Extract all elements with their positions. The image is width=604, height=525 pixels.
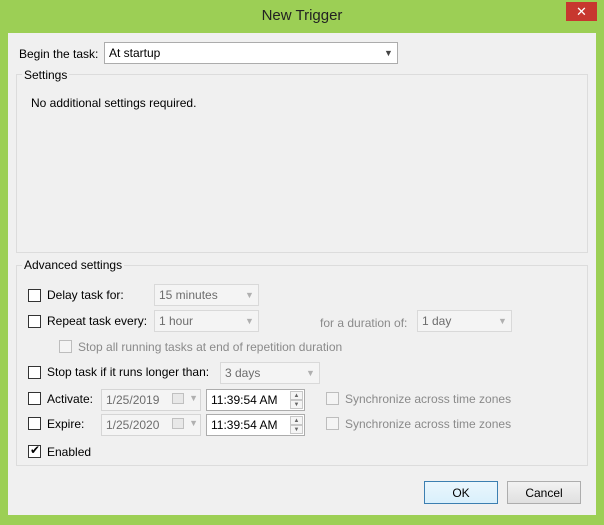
repeat-task-dropdown[interactable]: 1 hour ▼ (154, 310, 259, 332)
chevron-down-icon: ▼ (306, 368, 315, 378)
expire-label: Expire: (47, 417, 85, 431)
chevron-down-icon: ▼ (189, 393, 198, 403)
begin-task-dropdown[interactable]: At startup ▼ (104, 42, 398, 64)
close-icon: ✕ (576, 3, 587, 19)
activate-sync-checkbox[interactable] (326, 392, 339, 405)
activate-date-picker[interactable]: 1/25/2019 ▼ (101, 389, 201, 411)
duration-label: for a duration of: (320, 316, 408, 330)
spin-down-icon[interactable]: ▼ (290, 400, 303, 409)
cancel-button[interactable]: Cancel (507, 481, 581, 504)
checkmark-icon: ✔ (30, 443, 41, 457)
expire-sync-label: Synchronize across time zones (345, 417, 512, 431)
expire-sync-checkbox[interactable] (326, 417, 339, 430)
expire-time-field[interactable]: 11:39:54 AM ▲ ▼ (206, 414, 305, 436)
activate-time-field[interactable]: 11:39:54 AM ▲ ▼ (206, 389, 305, 411)
spin-up-icon[interactable]: ▲ (290, 416, 303, 425)
spin-down-icon[interactable]: ▼ (290, 425, 303, 434)
expire-date-value: 1/25/2020 (106, 418, 160, 432)
duration-dropdown[interactable]: 1 day ▼ (417, 310, 512, 332)
ok-button[interactable]: OK (424, 481, 498, 504)
stop-running-tasks-label: Stop all running tasks at end of repetit… (78, 340, 343, 354)
expire-date-picker[interactable]: 1/25/2020 ▼ (101, 414, 201, 436)
repeat-task-checkbox[interactable] (28, 315, 41, 328)
title-bar[interactable]: New Trigger ✕ (0, 0, 604, 33)
repeat-task-label: Repeat task every: (47, 314, 148, 328)
chevron-down-icon: ▼ (245, 316, 254, 326)
dialog-body: Begin the task: At startup ▼ Settings No… (8, 33, 596, 515)
delay-task-label: Delay task for: (47, 288, 124, 302)
activate-sync-label: Synchronize across time zones (345, 392, 512, 406)
stop-task-longer-value: 3 days (225, 366, 261, 380)
activate-date-value: 1/25/2019 (106, 393, 160, 407)
chevron-down-icon: ▼ (498, 316, 507, 326)
spin-up-icon[interactable]: ▲ (290, 391, 303, 400)
stop-task-longer-label: Stop task if it runs longer than: (47, 365, 210, 379)
delay-task-checkbox[interactable] (28, 289, 41, 302)
calendar-icon (172, 393, 184, 404)
chevron-down-icon: ▼ (189, 418, 198, 428)
expire-checkbox[interactable] (28, 417, 41, 430)
expire-time-value: 11:39:54 AM (211, 418, 278, 432)
new-trigger-dialog: New Trigger ✕ Begin the task: At startup… (0, 0, 604, 525)
advanced-settings-legend: Advanced settings (22, 258, 125, 272)
stop-task-longer-checkbox[interactable] (28, 366, 41, 379)
enabled-label: Enabled (47, 445, 92, 459)
settings-legend: Settings (22, 68, 70, 82)
enabled-checkbox[interactable]: ✔ (28, 443, 41, 458)
repeat-task-value: 1 hour (159, 314, 194, 328)
duration-value: 1 day (422, 314, 452, 328)
window-title: New Trigger (261, 7, 343, 24)
stop-task-longer-dropdown[interactable]: 3 days ▼ (220, 362, 320, 384)
activate-time-value: 11:39:54 AM (211, 393, 278, 407)
chevron-down-icon: ▼ (384, 48, 393, 58)
activate-checkbox[interactable] (28, 392, 41, 405)
begin-task-label: Begin the task: (19, 47, 99, 61)
close-button[interactable]: ✕ (566, 2, 597, 21)
begin-task-value: At startup (109, 46, 161, 60)
delay-task-dropdown[interactable]: 15 minutes ▼ (154, 284, 259, 306)
chevron-down-icon: ▼ (245, 290, 254, 300)
activate-label: Activate: (47, 392, 94, 406)
delay-task-value: 15 minutes (159, 288, 218, 302)
settings-message: No additional settings required. (31, 96, 197, 110)
calendar-icon (172, 418, 184, 429)
stop-running-tasks-checkbox[interactable] (59, 340, 72, 353)
